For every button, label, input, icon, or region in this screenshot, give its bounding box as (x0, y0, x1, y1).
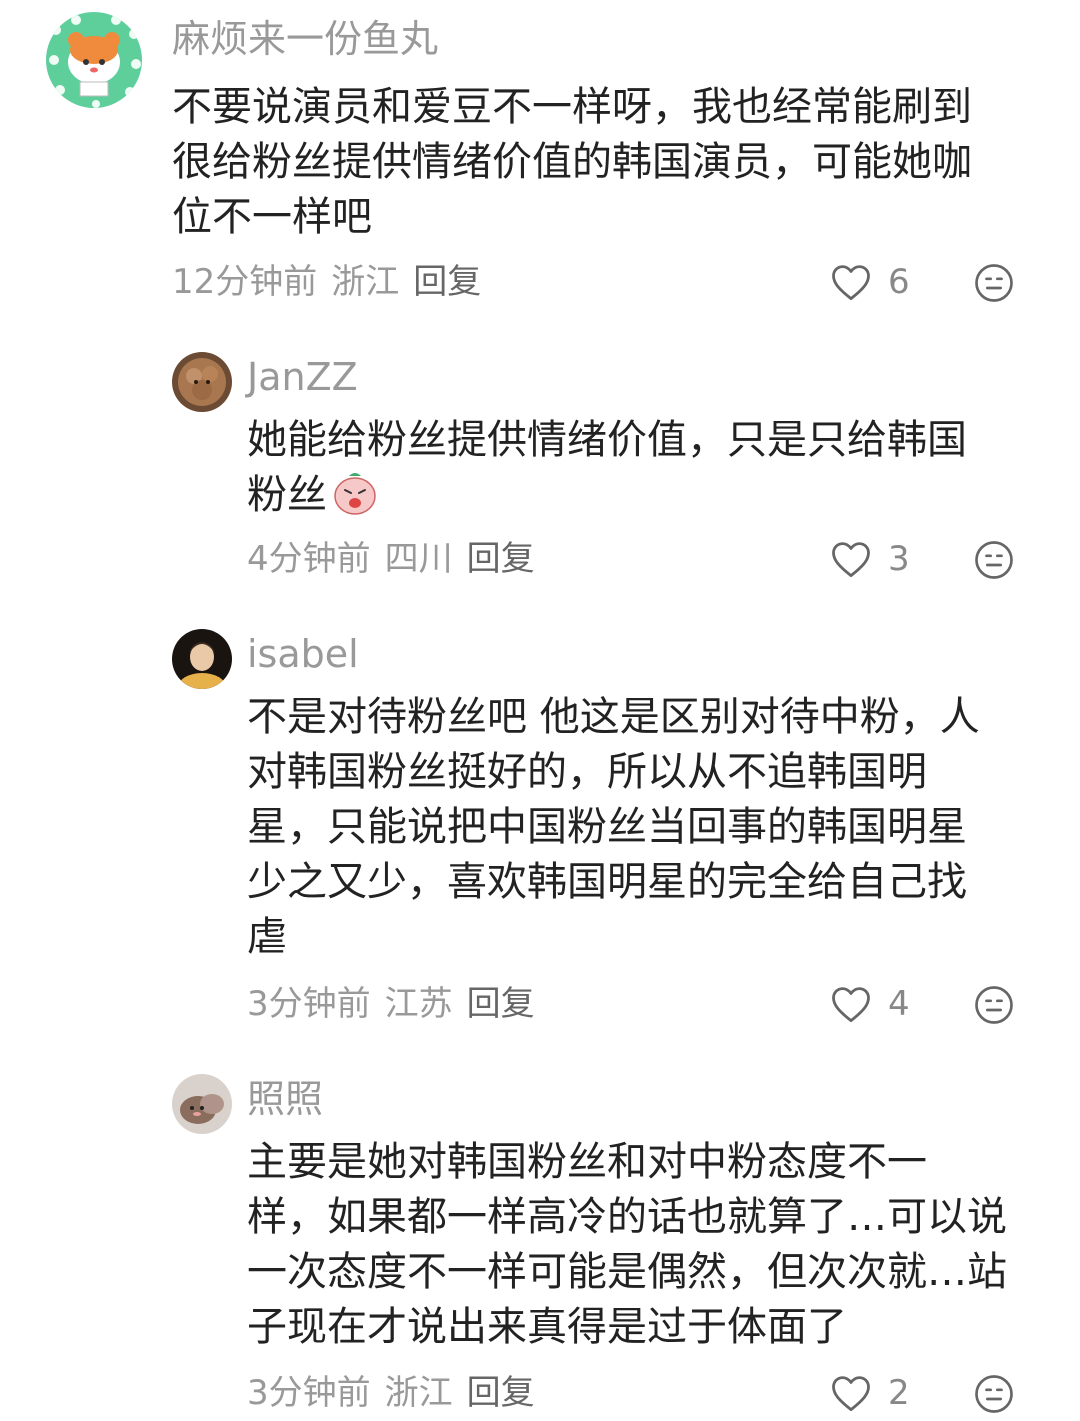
comment-username[interactable]: 麻烦来一份鱼丸 (172, 20, 438, 58)
comment-time: 12分钟前 (172, 262, 318, 302)
comment-text-line: 虐 (247, 914, 287, 960)
like-button[interactable]: 2 (830, 1373, 910, 1413)
comment-username[interactable]: isabel (247, 635, 359, 673)
comment-time: 3分钟前 (247, 1373, 371, 1413)
like-button[interactable]: 4 (830, 984, 910, 1024)
comment-location: 江苏 (384, 984, 453, 1024)
comment-text-line: 子现在才说出来真得是过于体面了 (247, 1304, 847, 1350)
like-count: 4 (888, 984, 910, 1024)
comment-meta: 4分钟前 四川 回复 (247, 542, 549, 576)
comment-username[interactable]: JanZZ (247, 358, 358, 396)
comment-text-line: 星，只能说把中国粉丝当回事的韩国明星 (247, 804, 967, 850)
comment-text-line: 一次态度不一样可能是偶然，但次次就…站 (247, 1249, 1007, 1295)
comment-text-line: 主要是她对韩国粉丝和对中粉态度不一 (247, 1139, 927, 1185)
like-count: 2 (888, 1373, 910, 1413)
comment-text: 主要是她对韩国粉丝和对中粉态度不一 样，如果都一样高冷的话也就算了…可以说 一次… (247, 1135, 1067, 1355)
heart-outline-icon (832, 265, 870, 301)
comment-text-line: 样，如果都一样高冷的话也就算了…可以说 (247, 1194, 1007, 1240)
comment-time: 3分钟前 (247, 984, 371, 1024)
like-count: 6 (888, 262, 910, 302)
avatar[interactable] (172, 352, 232, 412)
comment-text-line: 她能给粉丝提供情绪价值，只是只给韩国 (247, 417, 967, 463)
comment-text: 不要说演员和爱豆不一样呀，我也经常能刷到 很给粉丝提供情绪价值的韩国演员，可能她… (172, 80, 1032, 245)
comment-text-line: 位不一样吧 (172, 194, 372, 240)
dislike-button[interactable] (974, 985, 1014, 1029)
meh-face-icon (975, 986, 1013, 1024)
comment-text-line: 很给粉丝提供情绪价值的韩国演员，可能她咖 (172, 139, 972, 185)
comment-text: 不是对待粉丝吧 他这是区别对待中粉，人 对韩国粉丝挺好的，所以从不追韩国明 星，… (247, 690, 1047, 965)
like-count: 3 (888, 539, 910, 579)
comment-text-line: 不要说演员和爱豆不一样呀，我也经常能刷到 (172, 84, 972, 130)
comment-time: 4分钟前 (247, 539, 371, 579)
avatar[interactable] (172, 1074, 232, 1134)
dislike-button[interactable] (974, 263, 1014, 307)
comment-meta: 12分钟前 浙江 回复 (172, 265, 495, 299)
meh-face-icon (975, 1375, 1013, 1413)
meh-face-icon (975, 264, 1013, 302)
comment-text-line: 少之又少，喜欢韩国明星的完全给自己找 (247, 859, 967, 905)
reply-button[interactable]: 回复 (467, 1373, 535, 1413)
comment-meta: 3分钟前 江苏 回复 (247, 987, 549, 1021)
comment-text-line-with-emoji: 粉丝 (247, 468, 1047, 531)
comment-text-line: 不是对待粉丝吧 他这是区别对待中粉，人 (247, 694, 980, 740)
comment-location: 浙江 (331, 262, 400, 302)
dislike-button[interactable] (974, 540, 1014, 584)
heart-outline-icon (832, 987, 870, 1023)
comment-username[interactable]: 照照 (247, 1080, 323, 1118)
crying-sticker-emoji (331, 470, 379, 531)
avatar[interactable] (172, 629, 232, 689)
comment-text-line: 对韩国粉丝挺好的，所以从不追韩国明 (247, 749, 927, 795)
heart-outline-icon (832, 1376, 870, 1412)
reply-button[interactable]: 回复 (467, 984, 535, 1024)
dislike-button[interactable] (974, 1374, 1014, 1418)
reply-button[interactable]: 回复 (467, 539, 535, 579)
like-button[interactable]: 3 (830, 539, 910, 579)
comment-location: 四川 (384, 539, 453, 579)
reply-button[interactable]: 回复 (413, 262, 481, 302)
comment-meta: 3分钟前 浙江 回复 (247, 1376, 549, 1410)
like-button[interactable]: 6 (830, 262, 910, 302)
comment-text-line: 粉丝 (247, 472, 327, 518)
heart-outline-icon (832, 542, 870, 578)
comment-location: 浙江 (384, 1373, 453, 1413)
avatar[interactable] (46, 12, 142, 108)
meh-face-icon (975, 541, 1013, 579)
comment-text: 她能给粉丝提供情绪价值，只是只给韩国 粉丝 (247, 413, 1047, 531)
